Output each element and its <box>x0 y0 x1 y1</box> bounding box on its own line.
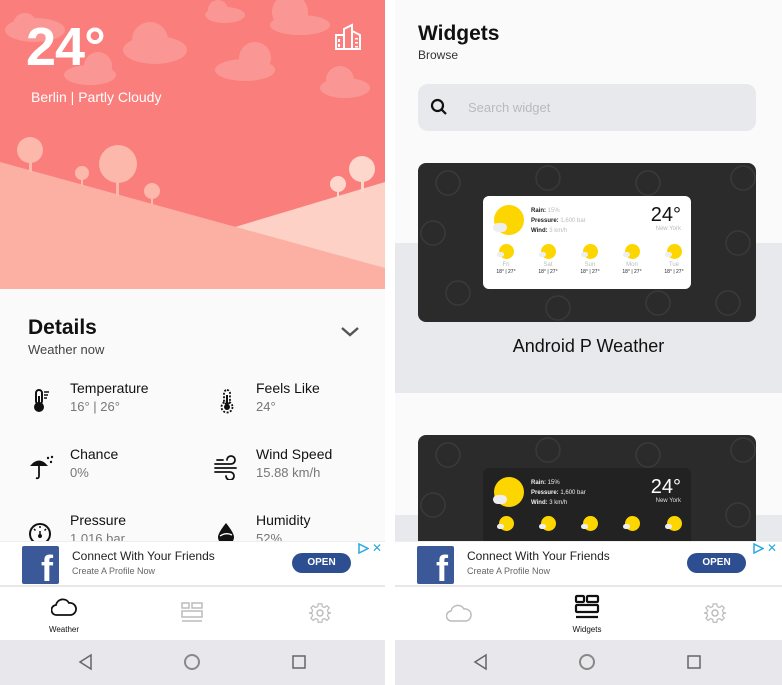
forecast-day: Fri 18° | 27° <box>491 244 521 275</box>
system-navigation-bar <box>395 640 782 685</box>
widgets-screen: Widgets Browse Rain: 15% Pressure: 1,600… <box>395 0 782 685</box>
ad-subtitle: Create A Profile Now <box>467 566 551 576</box>
ad-title: Connect With Your Friends <box>467 549 610 563</box>
widgets-icon <box>574 594 600 619</box>
metric-value: 16° | 26° <box>70 399 120 414</box>
details-expand-button[interactable] <box>339 325 361 339</box>
ad-choices-icon[interactable] <box>358 543 369 554</box>
search-input[interactable] <box>468 84 738 131</box>
system-navigation-bar <box>0 640 385 685</box>
metric-value: 0% <box>70 465 89 480</box>
gear-icon <box>704 603 726 623</box>
nav-label: Weather <box>48 625 80 634</box>
widget-preview: Rain: 15% Pressure: 1,600 bar Wind: 3 km… <box>483 196 691 289</box>
ad-open-button[interactable]: OPEN <box>292 553 351 573</box>
bottom-navigation: Widgets <box>395 587 782 640</box>
metric-temperature: Temperature 16° | 26° <box>28 380 198 426</box>
home-icon[interactable] <box>577 652 597 672</box>
nav-widgets[interactable] <box>128 587 256 640</box>
forecast-day <box>491 516 521 531</box>
cloud-icon <box>493 223 507 232</box>
location-summary: Berlin | Partly Cloudy <box>31 89 162 105</box>
forecast-day <box>533 516 563 531</box>
ad-banner[interactable]: f Connect With Your Friends Create A Pro… <box>395 541 782 587</box>
nav-settings[interactable] <box>256 587 384 640</box>
nav-widgets[interactable]: Widgets <box>523 587 651 640</box>
cloud-icon <box>493 495 507 504</box>
ad-choices-icon[interactable] <box>753 543 764 554</box>
metric-label: Humidity <box>256 512 311 528</box>
metric-label: Feels Like <box>256 380 320 396</box>
weather-screen: 24° Berlin | Partly Cloudy Details Weath… <box>0 0 385 685</box>
metric-chance: Chance 0% <box>28 446 198 492</box>
widget-preview-info: Rain: 15% Pressure: 1,600 bar Wind: 3 km… <box>531 480 586 506</box>
widget-preview-temp: 24° <box>650 204 681 226</box>
weather-hero: 24° Berlin | Partly Cloudy <box>0 0 385 289</box>
nav-weather[interactable]: Weather <box>0 587 128 640</box>
forecast-day: Sun 18° | 27° <box>575 244 605 275</box>
bottom-navigation: Weather <box>0 587 385 640</box>
search-bar[interactable] <box>418 84 756 131</box>
thermometer-dotted-icon <box>220 389 234 414</box>
metric-wind-speed: Wind Speed 15.88 km/h <box>214 446 384 492</box>
widgets-icon <box>181 602 203 622</box>
metric-value: 24° <box>256 399 276 414</box>
back-icon[interactable] <box>471 652 491 672</box>
gear-icon <box>309 603 331 623</box>
forecast-day: Mon 18° | 27° <box>617 244 647 275</box>
nav-settings[interactable] <box>651 587 779 640</box>
cloud-icon <box>446 604 472 622</box>
details-section: Details Weather now Temperature 16° | 26… <box>0 289 385 546</box>
city-buildings-icon <box>335 23 361 50</box>
city-select-button[interactable] <box>333 23 365 51</box>
ad-close-button[interactable]: ✕ <box>767 542 777 554</box>
ad-open-button[interactable]: OPEN <box>687 553 746 573</box>
thermometer-icon <box>34 389 49 412</box>
page-subtitle: Browse <box>418 48 459 62</box>
forecast-day <box>575 516 605 531</box>
metric-label: Pressure <box>70 512 127 528</box>
widget-preview-temp: 24° <box>650 476 681 498</box>
page-title: Widgets <box>418 22 500 45</box>
home-icon[interactable] <box>182 652 202 672</box>
widget-card-android-p-weather[interactable]: Rain: 15% Pressure: 1,600 bar Wind: 3 km… <box>418 163 756 322</box>
details-subtitle: Weather now <box>28 342 105 357</box>
forecast-day: Sat 18° | 27° <box>533 244 563 275</box>
search-icon <box>430 98 447 115</box>
recents-icon[interactable] <box>289 652 309 672</box>
widget-preview-city: New York <box>655 226 681 232</box>
metric-label: Chance <box>70 446 119 462</box>
umbrella-rain-icon <box>30 455 54 480</box>
ad-title: Connect With Your Friends <box>72 549 215 563</box>
details-title: Details <box>28 316 97 339</box>
chevron-down-icon <box>341 327 359 337</box>
metric-label: Temperature <box>70 380 149 396</box>
ad-subtitle: Create A Profile Now <box>72 566 156 576</box>
recents-icon[interactable] <box>684 652 704 672</box>
metric-label: Wind Speed <box>256 446 333 462</box>
widget-name: Android P Weather <box>512 336 665 356</box>
cloud-icon <box>51 598 77 616</box>
ad-close-button[interactable]: ✕ <box>372 542 382 554</box>
forecast-day <box>659 516 689 531</box>
widget-preview-city: New York <box>655 498 681 504</box>
nav-weather[interactable] <box>395 587 523 640</box>
ad-banner[interactable]: f Connect With Your Friends Create A Pro… <box>0 541 385 587</box>
forecast-day: Tue 18° | 27° <box>659 244 689 275</box>
forecast-day <box>617 516 647 531</box>
current-temperature: 24° <box>26 17 106 77</box>
nav-label: Widgets <box>572 625 602 634</box>
facebook-logo-icon: f <box>417 546 454 584</box>
back-icon[interactable] <box>76 652 96 672</box>
wind-icon <box>214 455 237 480</box>
widget-preview-info: Rain: 15% Pressure: 1,600 bar Wind: 3 km… <box>531 208 586 234</box>
metric-value: 15.88 km/h <box>256 465 321 480</box>
facebook-logo-icon: f <box>22 546 59 584</box>
metric-feels-like: Feels Like 24° <box>214 380 384 426</box>
